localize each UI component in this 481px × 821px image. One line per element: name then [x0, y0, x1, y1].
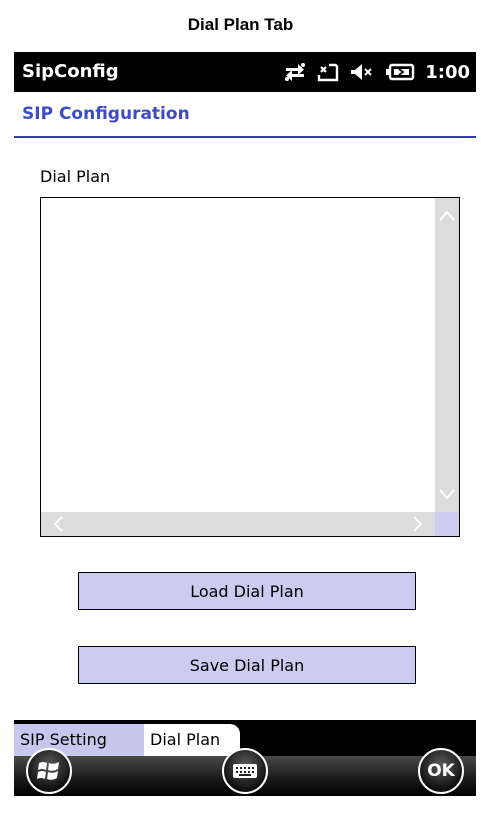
- notification-icon[interactable]: [317, 61, 339, 83]
- keyboard-icon: [233, 764, 257, 778]
- scroll-down-button[interactable]: [435, 476, 459, 512]
- chevron-right-icon: [413, 516, 423, 532]
- scrollbar-corner: [435, 512, 459, 536]
- tab-sip-setting[interactable]: SIP Setting: [14, 724, 144, 756]
- header-bar: SIP Configuration: [14, 92, 476, 138]
- figure-caption: Dial Plan Tab: [187, 15, 294, 34]
- keyboard-button[interactable]: [222, 748, 268, 794]
- vertical-scrollbar[interactable]: [435, 198, 459, 512]
- chevron-up-icon: [439, 210, 455, 221]
- taskbar: OK: [14, 748, 476, 796]
- horizontal-scrollbar[interactable]: [41, 512, 435, 536]
- device-screen: SipConfig 1:00 SIP Configuration Dial Pl…: [14, 52, 476, 796]
- save-dial-plan-button[interactable]: Save Dial Plan: [78, 646, 416, 684]
- battery-charging-icon[interactable]: [385, 61, 415, 83]
- start-button[interactable]: [26, 748, 72, 794]
- dial-plan-label: Dial Plan: [40, 167, 111, 186]
- load-dial-plan-button[interactable]: Load Dial Plan: [78, 572, 416, 610]
- chevron-left-icon: [53, 516, 63, 532]
- ok-button[interactable]: OK: [418, 748, 464, 794]
- scroll-right-button[interactable]: [399, 512, 435, 536]
- tab-dial-plan[interactable]: Dial Plan: [144, 724, 240, 756]
- page-title: SIP Configuration: [22, 104, 190, 124]
- status-icons: 1:00: [283, 52, 470, 92]
- scroll-left-button[interactable]: [41, 512, 77, 536]
- connectivity-icon[interactable]: [283, 61, 307, 83]
- scroll-up-button[interactable]: [435, 198, 459, 234]
- dial-plan-textarea[interactable]: [40, 197, 460, 537]
- volume-muted-icon[interactable]: [349, 61, 375, 83]
- status-bar: SipConfig 1:00: [14, 52, 476, 92]
- ok-label: OK: [427, 761, 455, 781]
- clock: 1:00: [425, 61, 470, 83]
- windows-start-icon: [37, 762, 59, 780]
- chevron-down-icon: [439, 489, 455, 500]
- app-title: SipConfig: [22, 61, 119, 82]
